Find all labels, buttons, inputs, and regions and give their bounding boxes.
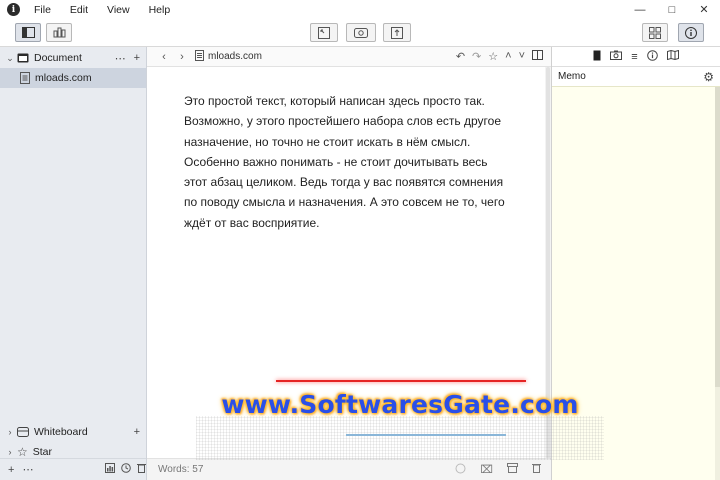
redo-icon[interactable]: ↷ — [472, 50, 481, 63]
add-icon[interactable]: + — [134, 52, 140, 65]
grid-view-button[interactable] — [642, 23, 668, 42]
document-icon — [195, 49, 204, 64]
info-panel-button[interactable] — [678, 23, 704, 42]
memo-header: Memo ⚙ — [552, 67, 720, 87]
memo-label: Memo — [558, 71, 586, 82]
close-button[interactable]: ✕ — [688, 0, 720, 19]
clock-icon[interactable] — [121, 463, 132, 476]
archive-icon[interactable] — [507, 463, 518, 477]
memo-textarea[interactable] — [552, 87, 716, 480]
statistics-icon[interactable] — [105, 463, 116, 476]
maximize-button[interactable]: □ — [656, 0, 688, 19]
split-view-icon[interactable] — [532, 50, 543, 63]
preview-button[interactable] — [346, 23, 376, 42]
minimize-button[interactable]: — — [624, 0, 656, 19]
camera-icon[interactable] — [610, 50, 623, 63]
toolbar — [0, 19, 720, 47]
sidebar-item-label: Star — [32, 446, 53, 458]
share-icon — [391, 26, 403, 39]
grid-icon — [649, 26, 661, 39]
undo-icon[interactable]: ↶ — [456, 50, 465, 63]
menu-bar: i File Edit View Help — □ ✕ — [0, 0, 720, 19]
sidebar-layout-icon — [21, 27, 35, 38]
sidebar-footer: + ⋯ — [0, 458, 147, 480]
focus-mode-button[interactable] — [310, 23, 338, 42]
sidebar: ⌄ Document ⋯ + mloads.com › Whiteboard +… — [0, 47, 147, 480]
document-title: mloads.com — [208, 51, 262, 62]
chevron-right-icon[interactable]: › — [3, 447, 17, 457]
export-button[interactable] — [383, 23, 411, 42]
document-icon — [20, 72, 30, 84]
sidebar-item-whiteboard[interactable]: › Whiteboard + — [0, 422, 146, 442]
info-icon[interactable] — [646, 49, 658, 64]
add-icon[interactable]: + — [134, 426, 140, 438]
sidebar-item-label: mloads.com — [35, 72, 92, 84]
trash-icon[interactable] — [532, 463, 541, 477]
folder-icon — [17, 53, 29, 63]
word-count: Words: 57 — [158, 464, 204, 475]
list-icon[interactable]: ≡ — [631, 51, 637, 63]
gear-icon[interactable]: ⚙ — [703, 70, 714, 84]
chevron-down-icon[interactable]: ˅ — [519, 50, 525, 63]
sidebar-item-label: Document — [34, 52, 82, 64]
info-icon — [685, 26, 697, 39]
window-controls: — □ ✕ — [624, 0, 720, 19]
chevron-right-icon[interactable]: › — [3, 427, 17, 437]
whiteboard-icon — [17, 427, 29, 437]
trash-icon[interactable] — [137, 463, 147, 476]
format-icon[interactable]: ⌧ — [480, 463, 493, 477]
editor: ‹ › mloads.com ↶ ↷ ☆ ˄ ˅ Это простой тек… — [147, 47, 551, 480]
toggle-sidebar-button[interactable] — [15, 23, 41, 42]
map-icon[interactable] — [666, 49, 679, 63]
chevron-down-icon[interactable]: ⌄ — [3, 53, 17, 64]
more-icon[interactable]: ⋯ — [115, 52, 126, 65]
star-icon: ☆ — [17, 445, 28, 459]
sidebar-item-document[interactable]: ⌄ Document ⋯ + — [0, 48, 146, 68]
star-icon[interactable]: ☆ — [488, 50, 498, 63]
sidebar-item-label: Whiteboard — [34, 426, 88, 438]
sidebar-item-mloads[interactable]: mloads.com — [0, 68, 146, 88]
editor-footer: Words: 57 ⌧ — [147, 458, 551, 480]
menu-help[interactable]: Help — [149, 4, 171, 16]
add-icon[interactable]: + — [8, 464, 14, 476]
editor-header: ‹ › mloads.com ↶ ↷ ☆ ˄ ˅ — [147, 47, 551, 67]
app-logo-icon: i — [7, 3, 20, 16]
inspector-panel: ≡ Memo ⚙ — [551, 47, 720, 480]
memo-tab-icon[interactable] — [593, 50, 601, 64]
editor-text[interactable]: Это простой текст, который написан здесь… — [184, 91, 509, 233]
memo-scrollbar[interactable] — [715, 87, 720, 480]
menu-edit[interactable]: Edit — [70, 4, 88, 16]
more-icon[interactable]: ⋯ — [22, 463, 33, 476]
expand-icon — [318, 26, 330, 39]
forward-arrow-icon[interactable]: › — [175, 51, 189, 63]
eye-icon — [354, 27, 368, 38]
board-icon — [53, 27, 65, 38]
menu-file[interactable]: File — [34, 4, 51, 16]
chevron-up-icon[interactable]: ˄ — [505, 50, 511, 63]
back-arrow-icon[interactable]: ‹ — [157, 51, 171, 63]
board-view-button[interactable] — [46, 23, 72, 42]
menu-view[interactable]: View — [107, 4, 130, 16]
inspector-tabs: ≡ — [552, 47, 720, 67]
progress-circle-icon[interactable] — [455, 463, 466, 477]
